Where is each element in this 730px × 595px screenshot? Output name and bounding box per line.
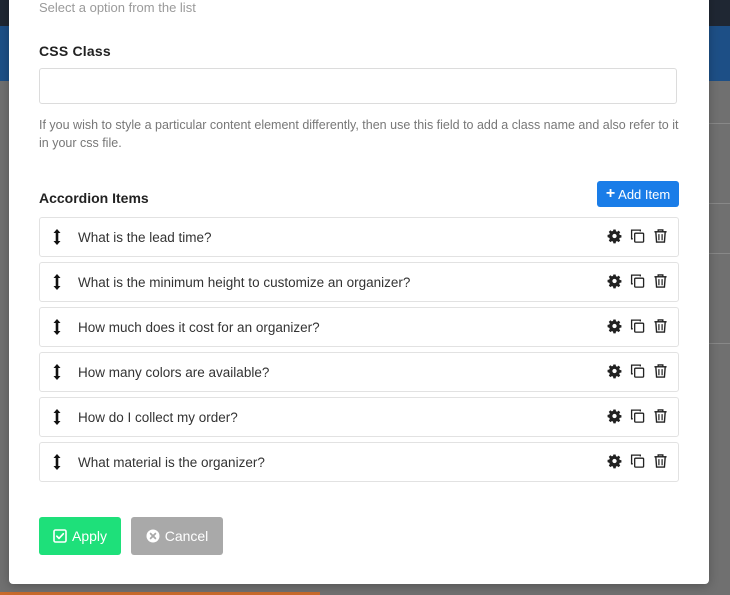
copy-icon[interactable]	[630, 408, 645, 424]
copy-icon[interactable]	[630, 363, 645, 379]
accordion-item-label: How do I collect my order?	[78, 410, 238, 425]
accordion-item-actions	[607, 318, 668, 334]
plus-icon: +	[605, 185, 616, 202]
accordion-item-actions	[607, 408, 668, 424]
accordion-item[interactable]: What is the lead time?	[39, 217, 679, 257]
select-hint: Select a option from the list	[39, 0, 196, 15]
gear-icon[interactable]	[607, 273, 622, 289]
copy-icon[interactable]	[630, 453, 645, 469]
accordion-item[interactable]: How do I collect my order?	[39, 397, 679, 437]
css-class-label: CSS Class	[39, 43, 111, 59]
accordion-item-label: What is the lead time?	[78, 230, 212, 245]
add-item-label: Add Item	[618, 186, 671, 202]
accordion-item-label: What is the minimum height to customize …	[78, 275, 411, 290]
gear-icon[interactable]	[607, 408, 622, 424]
cancel-label: Cancel	[164, 528, 209, 544]
background-divider	[709, 253, 730, 254]
copy-icon[interactable]	[630, 273, 645, 289]
arrows-vertical-icon[interactable]	[50, 363, 64, 381]
accordion-item-label: What material is the organizer?	[78, 455, 265, 470]
trash-icon[interactable]	[653, 228, 668, 244]
gear-icon[interactable]	[607, 453, 622, 469]
trash-icon[interactable]	[653, 408, 668, 424]
accordion-item-actions	[607, 273, 668, 289]
background-divider	[709, 123, 730, 124]
arrows-vertical-icon[interactable]	[50, 318, 64, 336]
trash-icon[interactable]	[653, 453, 668, 469]
accordion-item-label: How many colors are available?	[78, 365, 270, 380]
check-square-icon	[53, 529, 67, 543]
arrows-vertical-icon[interactable]	[50, 453, 64, 471]
gear-icon[interactable]	[607, 363, 622, 379]
copy-icon[interactable]	[630, 318, 645, 334]
cancel-button[interactable]: Cancel	[131, 517, 223, 555]
gear-icon[interactable]	[607, 228, 622, 244]
css-class-help-text: If you wish to style a particular conten…	[39, 118, 679, 150]
background-divider	[709, 203, 730, 204]
accordion-item[interactable]: What material is the organizer?	[39, 442, 679, 482]
accordion-item-actions	[607, 228, 668, 244]
trash-icon[interactable]	[653, 318, 668, 334]
accordion-item-actions	[607, 453, 668, 469]
background-divider	[709, 343, 730, 344]
add-item-button[interactable]: + Add Item	[597, 181, 679, 207]
accordion-settings-modal: Select a option from the list CSS Class …	[9, 0, 709, 584]
accordion-item-list: What is the lead time? What is the minim…	[39, 217, 679, 487]
copy-icon[interactable]	[630, 228, 645, 244]
accordion-item[interactable]: How many colors are available?	[39, 352, 679, 392]
arrows-vertical-icon[interactable]	[50, 273, 64, 291]
gear-icon[interactable]	[607, 318, 622, 334]
accordion-item[interactable]: What is the minimum height to customize …	[39, 262, 679, 302]
accordion-items-title: Accordion Items	[39, 190, 149, 206]
apply-button[interactable]: Apply	[39, 517, 121, 555]
arrows-vertical-icon[interactable]	[50, 408, 64, 426]
accordion-item[interactable]: How much does it cost for an organizer?	[39, 307, 679, 347]
accordion-item-actions	[607, 363, 668, 379]
trash-icon[interactable]	[653, 363, 668, 379]
accordion-item-label: How much does it cost for an organizer?	[78, 320, 320, 335]
arrows-vertical-icon[interactable]	[50, 228, 64, 246]
close-circle-icon	[146, 529, 160, 543]
css-class-input[interactable]	[39, 68, 677, 104]
apply-label: Apply	[71, 528, 108, 544]
trash-icon[interactable]	[653, 273, 668, 289]
